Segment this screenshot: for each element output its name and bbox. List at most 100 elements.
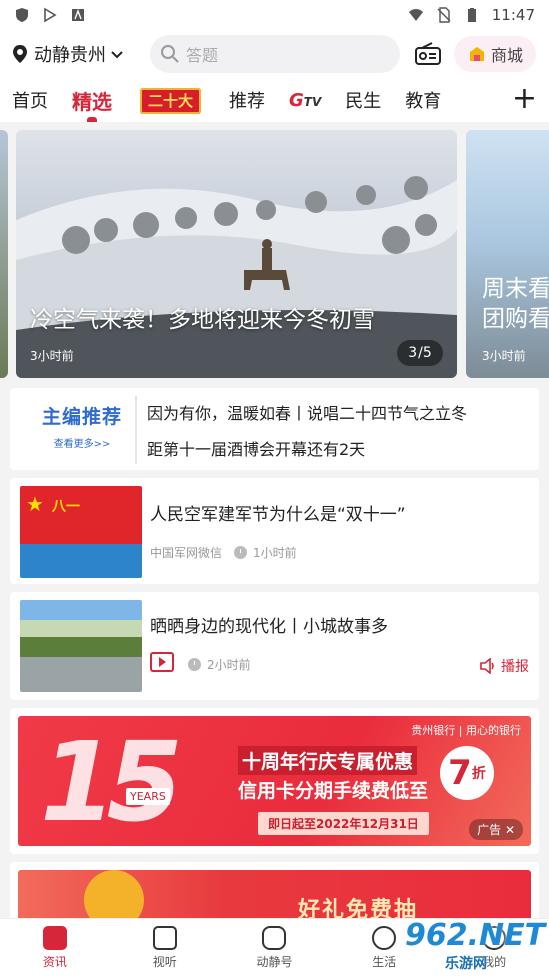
ad-close-tag[interactable]: 广告 ✕ <box>469 819 523 840</box>
compass-icon <box>372 926 397 950</box>
nav-label: 资讯 <box>42 955 67 969</box>
promo-banner[interactable]: 好礼免费抽 <box>18 870 531 922</box>
news-icon <box>42 926 67 950</box>
gtv-sub: TV <box>303 94 322 109</box>
editor-pick-item[interactable]: 因为有你，温暖如春丨说唱二十四节气之立冬 <box>147 400 467 424</box>
search-icon <box>161 45 179 63</box>
status-bar: 11:47 <box>0 0 549 30</box>
ad-headline: 十周年行庆专属优惠 <box>238 746 418 775</box>
editor-pick-card: 主编推荐 查看更多>> 因为有你，温暖如春丨说唱二十四节气之立冬 距第十一届酒博… <box>10 388 539 470</box>
news-carousel[interactable]: 冷空气来袭！多地将迎来今冬初雪 3小时前 3/5 周末看团购看 3小时前 <box>0 122 549 387</box>
tab-featured[interactable]: 精选 <box>72 86 112 123</box>
news-meta: 中国军网微信 1小时前 <box>150 544 297 561</box>
search-placeholder: 答题 <box>186 46 219 65</box>
shop-button[interactable]: 商城 <box>454 36 536 72</box>
star-icon: ★ <box>26 492 44 516</box>
counter-current: 3 <box>408 345 418 361</box>
tab-livelihood[interactable]: 民生 <box>345 87 381 113</box>
flag-text: 八一 <box>52 499 80 515</box>
gtv-logo: G <box>289 89 304 111</box>
next-slide-title-line1: 周末看 <box>482 276 549 302</box>
editor-pick-title: 主编推荐 <box>41 406 122 428</box>
editor-pick-logo[interactable]: 主编推荐 查看更多>> <box>32 402 132 454</box>
broadcast-button[interactable]: 播报 <box>479 656 529 676</box>
tab-label: 民生 <box>345 91 382 112</box>
clock-icon <box>234 546 248 559</box>
news-source: 中国军网微信 <box>150 546 223 560</box>
watermark-sub: 乐游网 <box>445 956 487 972</box>
slide-time: 3小时前 <box>30 349 74 363</box>
mascot-image <box>84 870 144 922</box>
tab-20th-congress[interactable]: 二十大 <box>140 87 202 114</box>
tab-label: 教育 <box>405 91 442 112</box>
add-channel-icon[interactable]: + <box>512 84 537 114</box>
editor-pick-more[interactable]: 查看更多>> <box>32 435 132 450</box>
city-landscape-image <box>20 600 142 692</box>
news-item[interactable]: ★ 八一 人民空军建军节为什么是“双十一” 中国军网微信 1小时前 <box>10 478 539 584</box>
nav-channel[interactable]: 动静号 <box>220 919 330 977</box>
speaker-icon <box>480 658 494 674</box>
chat-icon <box>262 926 287 950</box>
search-input[interactable]: 答题 <box>150 35 400 73</box>
broadcast-label: 播报 <box>501 659 529 675</box>
tab-label: 推荐 <box>229 91 266 112</box>
tab-home[interactable]: 首页 <box>12 87 48 113</box>
location-selector[interactable]: 动静贵州 <box>10 41 144 67</box>
counter-total: /5 <box>418 345 432 361</box>
carousel-prev-slide[interactable] <box>0 130 8 378</box>
editor-pick-item[interactable]: 距第十一届酒博会开幕还有2天 <box>147 436 365 460</box>
channel-tabs: 首页 精选 二十大 推荐 GTV 民生 教育 + <box>0 78 549 123</box>
promo-card[interactable]: 好礼免费抽 <box>10 862 539 922</box>
nav-label: 生活 <box>372 955 397 969</box>
snow-landscape-image <box>16 176 457 378</box>
slide-title: 冷空气来袭！多地将迎来今冬初雪 <box>30 307 375 333</box>
ad-discount-unit: 折 <box>471 766 486 782</box>
shop-label: 商城 <box>490 46 523 65</box>
nav-label: 视听 <box>152 955 177 969</box>
ad-bank-name: 贵州银行 | 用心的银行 <box>411 724 521 737</box>
bank-ad-banner[interactable]: 15 YEARS 贵州银行 | 用心的银行 十周年行庆专属优惠 信用卡分期手续费… <box>18 716 531 846</box>
tab-education[interactable]: 教育 <box>405 87 441 113</box>
next-slide-time: 3小时前 <box>482 349 526 363</box>
video-icon <box>152 926 177 950</box>
divider <box>135 396 137 464</box>
ad-years: YEARS <box>126 788 170 805</box>
watermark-logo: 962.NET 乐游网 <box>405 921 545 974</box>
air-force-flag-image: ★ 八一 <box>20 486 142 578</box>
tab-gtv[interactable]: GTV <box>289 90 321 111</box>
news-meta: 2小时前 <box>188 656 251 673</box>
carousel-main-slide[interactable]: 冷空气来袭！多地将迎来今冬初雪 3小时前 3/5 <box>16 130 457 378</box>
news-item[interactable]: 晒晒身边的现代化丨小城故事多 2小时前 播报 <box>10 592 539 700</box>
nav-video[interactable]: 视听 <box>110 919 220 977</box>
next-slide-title: 周末看 团购看 <box>482 274 549 334</box>
news-thumbnail <box>20 600 142 692</box>
clock-icon <box>188 658 201 671</box>
congress-badge: 二十大 <box>140 87 202 114</box>
shield-icon <box>16 8 28 22</box>
location-label: 动静贵州 <box>34 45 106 66</box>
slide-counter: 3/5 <box>397 340 443 366</box>
tab-label: 精选 <box>72 89 112 114</box>
header: 动静贵州 答题 商城 <box>0 30 549 78</box>
news-thumbnail: ★ 八一 <box>20 486 142 578</box>
nav-news[interactable]: 资讯 <box>0 919 110 977</box>
ad-card[interactable]: 15 YEARS 贵州银行 | 用心的银行 十周年行庆专属优惠 信用卡分期手续费… <box>10 708 539 854</box>
news-title: 晒晒身边的现代化丨小城故事多 <box>150 617 388 637</box>
no-sim-icon <box>437 7 451 23</box>
shop-icon <box>469 47 484 61</box>
tab-recommend[interactable]: 推荐 <box>229 87 265 113</box>
carousel-next-slide[interactable]: 周末看团购看 3小时前 <box>466 130 549 378</box>
radio-icon[interactable] <box>414 40 442 68</box>
news-time: 2小时前 <box>207 658 251 672</box>
video-play-icon[interactable] <box>150 652 174 672</box>
ad-date: 即日起至2022年12月31日 <box>258 812 429 835</box>
status-time: 11:47 <box>491 6 535 24</box>
ad-discount: 7折 <box>440 746 494 800</box>
battery-icon <box>467 8 476 22</box>
chevron-down-icon <box>111 51 123 59</box>
ad-discount-value: 7 <box>448 753 472 793</box>
news-title: 人民空军建军节为什么是“双十一” <box>150 505 406 525</box>
font-a-icon <box>72 9 84 21</box>
ad-subline: 信用卡分期手续费低至 <box>238 780 429 802</box>
next-slide-title-line2: 团购看 <box>482 306 549 332</box>
